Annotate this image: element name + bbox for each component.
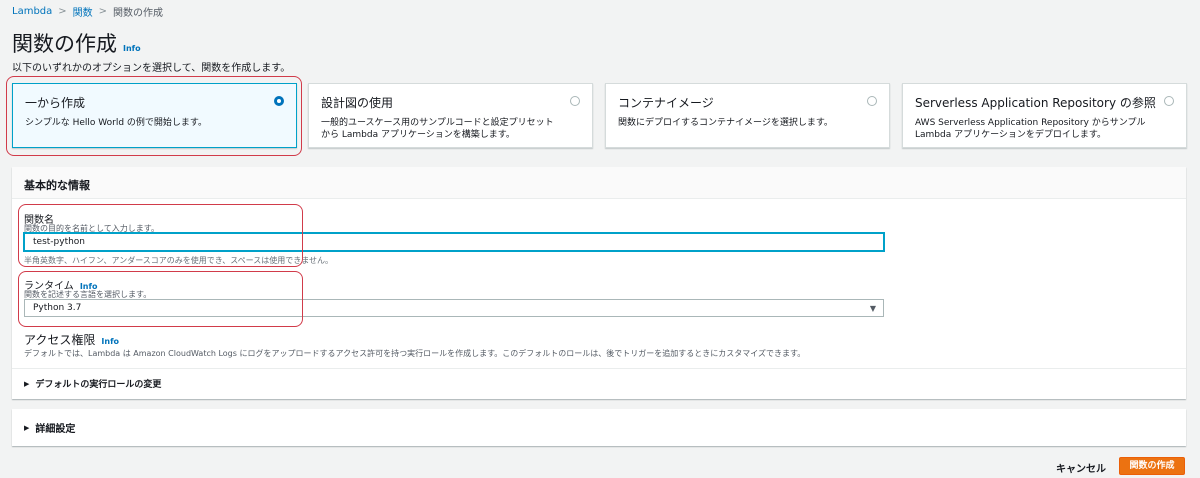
- page-title: 関数の作成 Info: [12, 28, 141, 58]
- option-title: 設計図の使用: [321, 96, 394, 110]
- chevron-right-icon: >: [58, 6, 67, 17]
- cancel-button[interactable]: キャンセル: [1056, 460, 1106, 475]
- option-card-author-from-scratch[interactable]: 一から作成 シンプルな Hello World の例で開始します。: [12, 83, 297, 148]
- advanced-settings-expander[interactable]: ▶ 詳細設定: [12, 409, 1186, 446]
- page-info-link[interactable]: Info: [123, 44, 141, 53]
- page-title-text: 関数の作成: [12, 32, 117, 56]
- access-title: アクセス権限 Info: [24, 331, 119, 348]
- breadcrumb: Lambda > 関数 > 関数の作成: [12, 4, 163, 19]
- caret-down-icon: ▼: [869, 304, 876, 313]
- expand-triangle-icon: ▶: [24, 379, 30, 388]
- option-desc: 一般的ユースケース用のサンプルコードと設定プリセットから Lambda アプリケ…: [321, 118, 554, 140]
- breadcrumb-lambda[interactable]: Lambda: [12, 6, 52, 17]
- option-card-serverless-repo[interactable]: Serverless Application Repository の参照 AW…: [902, 83, 1187, 148]
- expand-triangle-icon: ▶: [24, 423, 30, 432]
- option-title: コンテナイメージ: [618, 96, 714, 110]
- radio-unselected-icon[interactable]: [570, 96, 580, 106]
- function-name-constraint: 半角英数字、ハイフン、アンダースコアのみを使用でき、スペースは使用できません。: [24, 256, 334, 265]
- access-info-link[interactable]: Info: [101, 337, 119, 346]
- function-name-input[interactable]: test-python: [24, 233, 884, 251]
- option-card-blueprint[interactable]: 設計図の使用 一般的ユースケース用のサンプルコードと設定プリセットから Lamb…: [308, 83, 593, 148]
- create-function-button[interactable]: 関数の作成: [1119, 457, 1185, 475]
- option-card-container-image[interactable]: コンテナイメージ 関数にデプロイするコンテナイメージを選択します。: [605, 83, 890, 148]
- breadcrumb-current: 関数の作成: [113, 8, 164, 19]
- radio-unselected-icon[interactable]: [1164, 96, 1174, 106]
- option-desc: AWS Serverless Application Repository から…: [915, 118, 1146, 140]
- panel-header: 基本的な情報: [12, 167, 1186, 199]
- access-desc: デフォルトでは、Lambda は Amazon CloudWatch Logs …: [24, 349, 806, 358]
- divider: [12, 368, 1186, 369]
- radio-unselected-icon[interactable]: [867, 96, 877, 106]
- option-desc: 関数にデプロイするコンテナイメージを選択します。: [618, 118, 833, 128]
- option-title: 一から作成: [25, 96, 86, 110]
- expander-label: デフォルトの実行ロールの変更: [35, 380, 162, 390]
- advanced-settings-label: 詳細設定: [35, 424, 76, 435]
- runtime-select[interactable]: Python 3.7 ▼: [24, 299, 884, 317]
- radio-selected-icon[interactable]: [274, 96, 284, 106]
- option-desc: シンプルな Hello World の例で開始します。: [25, 118, 208, 128]
- access-title-text: アクセス権限: [24, 333, 96, 347]
- change-default-role-expander[interactable]: ▶ デフォルトの実行ロールの変更: [24, 377, 162, 391]
- page-description: 以下のいずれかのオプションを選択して、関数を作成します。: [12, 63, 291, 74]
- option-title: Serverless Application Repository の参照: [915, 96, 1156, 110]
- breadcrumb-functions[interactable]: 関数: [73, 4, 93, 19]
- runtime-selected-value: Python 3.7: [33, 303, 82, 313]
- chevron-right-icon: >: [98, 6, 108, 17]
- basic-info-panel: 基本的な情報 関数名 関数の目的を名前として入力します。 test-python…: [12, 167, 1186, 399]
